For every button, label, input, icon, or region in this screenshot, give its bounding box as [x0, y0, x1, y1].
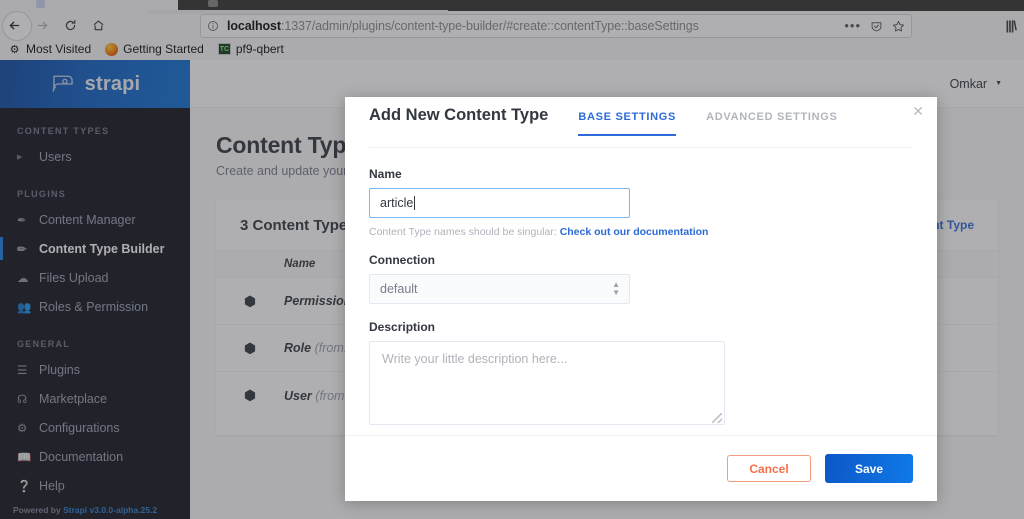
arrow-left-icon — [9, 21, 19, 30]
connection-group: Connection default ▲ ▼ — [369, 253, 913, 304]
description-textarea[interactable]: Write your little description here... — [369, 341, 725, 425]
description-label: Description — [369, 320, 436, 334]
name-hint-text: Content Type names should be singular: — [369, 226, 560, 238]
name-input[interactable]: article — [369, 188, 630, 218]
connection-value: default — [380, 282, 418, 296]
modal-header: Add New Content Type BASE SETTINGS ADVAN… — [345, 97, 937, 147]
connection-label: Connection — [369, 253, 435, 267]
description-group: Description Write your little descriptio… — [369, 320, 913, 425]
name-label: Name — [369, 167, 402, 181]
modal-title: Add New Content Type — [369, 106, 549, 124]
save-button[interactable]: Save — [825, 454, 913, 483]
modal-body: Name article Content Type names should b… — [345, 148, 937, 425]
tab-advanced-settings[interactable]: ADVANCED SETTINGS — [706, 111, 837, 135]
tab-base-settings[interactable]: BASE SETTINGS — [578, 111, 676, 136]
description-placeholder: Write your little description here... — [382, 352, 568, 366]
cancel-button[interactable]: Cancel — [727, 455, 811, 482]
modal-footer: Cancel Save — [345, 435, 937, 501]
resize-grip-icon[interactable] — [712, 413, 722, 423]
close-icon[interactable]: ✕ — [912, 104, 924, 118]
name-hint: Content Type names should be singular: C… — [369, 226, 913, 238]
documentation-link[interactable]: Check out our documentation — [560, 226, 709, 238]
text-cursor — [414, 196, 416, 210]
connection-select[interactable]: default ▲ ▼ — [369, 274, 630, 304]
add-content-type-modal: Add New Content Type BASE SETTINGS ADVAN… — [345, 97, 937, 501]
name-input-value: article — [380, 196, 414, 210]
stepper-arrows-icon: ▲ ▼ — [612, 280, 620, 297]
